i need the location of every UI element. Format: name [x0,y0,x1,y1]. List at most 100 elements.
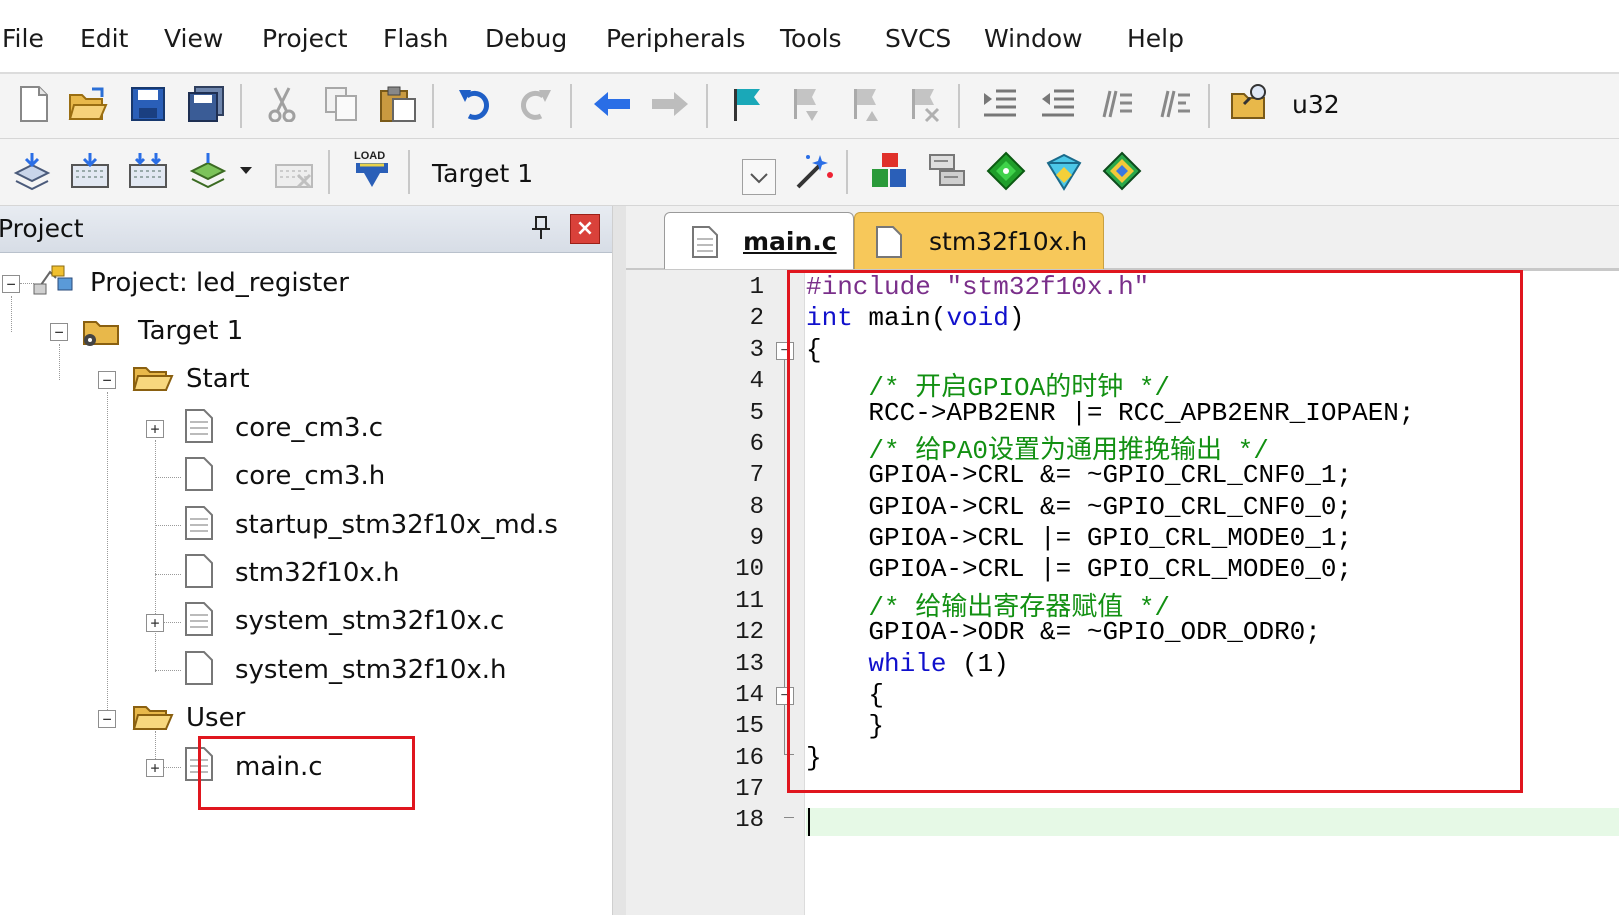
target-select[interactable]: Target 1 [432,159,533,188]
tree-item-file[interactable]: system_stm32f10x.c [235,606,504,636]
menu-project[interactable]: Project [262,24,348,53]
batch-build-button[interactable] [188,151,228,191]
tree-guide-line [11,296,12,332]
run-time-environment-button[interactable] [986,151,1026,191]
menu-edit[interactable]: Edit [80,24,128,53]
menu-svcs[interactable]: SVCS [885,24,951,53]
tree-guide-line [155,477,181,478]
tree-item-project-root[interactable]: Project: led_register [90,268,349,298]
tree-expand-toggle[interactable]: + [146,420,164,438]
file-icon [876,226,902,258]
menu-help[interactable]: Help [1127,24,1184,53]
paste-button[interactable] [378,84,418,124]
find-text-field[interactable]: u32 [1292,90,1340,119]
redo-icon [521,90,551,120]
insert-bookmark-button[interactable] [726,84,766,124]
svg-text:LOAD: LOAD [354,150,385,162]
copy-button[interactable] [322,84,362,124]
find-in-files-button[interactable] [1230,82,1270,122]
tree-item-group-user[interactable]: User [186,703,245,733]
undo-button[interactable] [455,84,495,124]
tab-main-c[interactable]: main.c [664,212,854,269]
comment-selection-button[interactable] [1096,84,1136,124]
redo-button[interactable] [515,84,555,124]
target-dropdown-button[interactable] [742,159,776,195]
menu-peripherals[interactable]: Peripherals [606,24,745,53]
tree-item-file[interactable]: startup_stm32f10x_md.s [235,510,558,540]
pin-icon[interactable] [530,215,552,247]
toolbar-separator [240,84,242,128]
menu-file[interactable]: File [2,24,44,53]
file-extensions-button[interactable] [870,151,910,191]
build-button[interactable] [70,151,110,191]
line-number: 7 [749,462,764,489]
manage-components-button[interactable] [928,151,968,191]
chevron-down-icon [750,173,768,184]
menu-window[interactable]: Window [984,24,1083,53]
line-number: 12 [735,619,764,646]
pack-installer-button[interactable] [1102,151,1142,191]
highlight-box [198,736,415,810]
tree-guide-line [155,574,181,575]
indent-button[interactable] [980,84,1020,124]
navigate-forward-button[interactable] [650,84,690,124]
rebuild-button[interactable] [128,151,168,191]
fold-guide-line [784,817,794,818]
paste-icon [380,86,416,122]
tree-collapse-toggle[interactable]: − [2,275,20,293]
load-download-icon: LOAD [354,150,388,187]
tree-guide-line [155,440,156,672]
next-bookmark-button[interactable] [846,84,886,124]
menu-view[interactable]: View [164,24,223,53]
cut-button[interactable] [262,84,302,124]
batch-build-icon [189,153,227,189]
undo-icon [459,90,489,120]
menu-flash[interactable]: Flash [383,24,449,53]
line-number: 4 [749,368,764,395]
stop-build-button[interactable] [274,151,314,191]
tree-expand-toggle[interactable]: + [146,614,164,632]
navigate-back-button[interactable] [592,84,632,124]
prev-bookmark-button[interactable] [786,84,826,124]
tree-collapse-toggle[interactable]: − [98,710,116,728]
uncomment-selection-button[interactable] [1154,84,1194,124]
translate-icon [13,153,51,191]
tree-item-file[interactable]: stm32f10x.h [235,558,400,588]
tree-item-group-start[interactable]: Start [186,364,250,394]
menu-tools[interactable]: Tools [780,24,842,53]
arrow-right-icon [652,92,688,116]
pack-installer-icon [1102,151,1142,191]
tree-item-file[interactable]: system_stm32f10x.h [235,655,507,685]
green-diamond-icon [986,151,1026,191]
menu-debug[interactable]: Debug [485,24,567,53]
open-folder-icon [68,87,108,120]
toolbar-separator [706,84,708,128]
new-file-button[interactable] [14,84,54,124]
toolbar-separator [846,150,848,194]
tree-collapse-toggle[interactable]: − [50,323,68,341]
translate-button[interactable] [12,151,52,191]
open-file-button[interactable] [68,84,108,124]
unindent-button[interactable] [1038,84,1078,124]
tree-guide-line [155,670,181,671]
save-button[interactable] [128,84,168,124]
batch-build-dropdown-icon[interactable] [240,167,252,174]
tree-expand-toggle[interactable]: + [146,759,164,777]
tab-stm32f10x-h[interactable]: stm32f10x.h [854,212,1104,269]
line-number: 16 [735,745,764,772]
download-button[interactable]: LOAD [350,149,390,189]
save-all-button[interactable] [186,84,226,124]
target-options-button[interactable] [794,151,834,191]
tree-item-file[interactable]: core_cm3.c [235,413,383,443]
tree-item-target[interactable]: Target 1 [138,316,243,346]
c-file-icon [184,408,214,448]
asm-file-icon [184,505,214,545]
clear-bookmarks-button[interactable] [904,84,944,124]
folder-open-icon [132,362,174,398]
build-toolbar: LOAD Target 1 [0,139,1619,206]
select-software-packs-button[interactable] [1044,151,1084,191]
tree-collapse-toggle[interactable]: − [98,371,116,389]
close-panel-icon[interactable]: × [570,214,600,244]
tree-item-file[interactable]: core_cm3.h [235,461,385,491]
highlight-box [787,270,1523,793]
